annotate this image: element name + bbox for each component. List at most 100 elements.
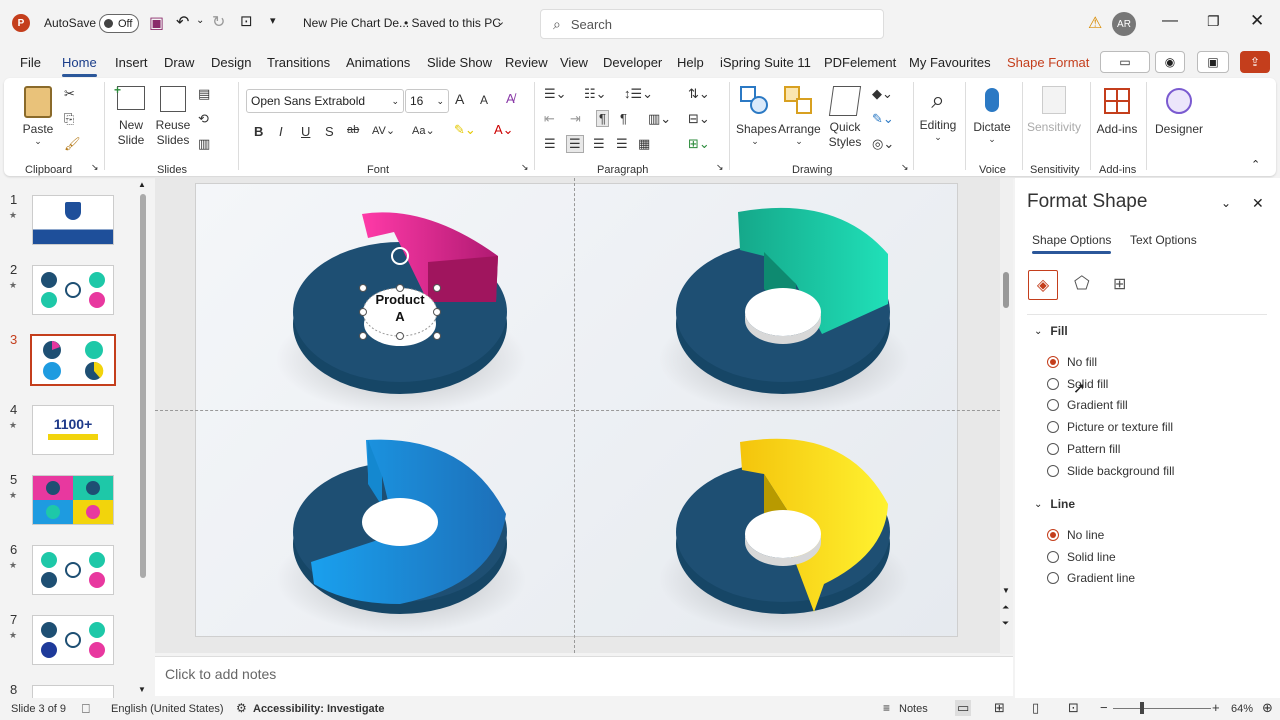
text-direction-vertical-icon[interactable]: ⇅⌄: [688, 86, 710, 102]
decrease-font-icon[interactable]: A: [480, 93, 488, 107]
fill-section-header[interactable]: ⌄ Fill: [1034, 324, 1068, 338]
tab-file[interactable]: File: [20, 55, 41, 70]
tab-my-favourites[interactable]: My Favourites: [909, 55, 991, 70]
font-size-combo[interactable]: 16 ⌄: [405, 89, 449, 113]
search-box[interactable]: ⌕ Search: [540, 9, 884, 39]
record-icon[interactable]: ◉: [1155, 51, 1185, 73]
undo-dropdown-icon[interactable]: ⌄: [196, 15, 204, 26]
effects-pentagon-icon[interactable]: ⬠: [1074, 273, 1090, 294]
tab-pdfelement[interactable]: PDFelement: [824, 55, 896, 70]
radio-gradient-line[interactable]: Gradient line: [1047, 571, 1135, 585]
clear-format-icon[interactable]: A̸: [506, 91, 515, 106]
donut-teal[interactable]: [659, 207, 909, 414]
slide-thumbnail-3[interactable]: [30, 334, 116, 386]
fit-slide-icon[interactable]: ⊕: [1262, 700, 1273, 716]
horizontal-guide[interactable]: [155, 410, 1000, 411]
shapes-button[interactable]: Shapes ⌄: [736, 86, 777, 147]
bold-icon[interactable]: B: [254, 124, 263, 139]
radio-gradient-fill[interactable]: Gradient fill: [1047, 398, 1128, 412]
align-right-icon[interactable]: ☰: [593, 136, 605, 152]
thumbnail-scroll-thumb[interactable]: [140, 194, 146, 578]
canvas-scroll-thumb[interactable]: [1003, 272, 1009, 308]
designer-button[interactable]: Designer: [1152, 86, 1206, 136]
radio-slide-background-fill[interactable]: Slide background fill: [1047, 464, 1174, 478]
vertical-guide[interactable]: [574, 178, 575, 653]
align-left-icon[interactable]: ☰: [544, 136, 556, 152]
notes-button[interactable]: Notes: [899, 703, 928, 715]
line-section-header[interactable]: ⌄ Line: [1034, 497, 1075, 511]
resize-handle[interactable]: [433, 308, 441, 316]
slide-thumbnail-7[interactable]: [32, 615, 114, 665]
zoom-level[interactable]: 64%: [1231, 703, 1253, 715]
copy-icon[interactable]: ⎘: [64, 111, 74, 127]
collapse-ribbon-icon[interactable]: ⌃: [1251, 158, 1260, 171]
decrease-indent-icon[interactable]: ⇤: [544, 111, 555, 127]
resize-handle[interactable]: [433, 284, 441, 292]
tab-slide-show[interactable]: Slide Show: [427, 55, 492, 70]
underline-icon[interactable]: U: [301, 124, 310, 139]
radio-solid-line[interactable]: Solid line: [1047, 550, 1116, 564]
slide-thumbnail-4[interactable]: 1100+: [32, 405, 114, 455]
align-center-icon[interactable]: ☰: [566, 135, 584, 153]
present-icon[interactable]: ⊡: [240, 12, 253, 30]
dictate-button[interactable]: Dictate ⌄: [970, 86, 1014, 145]
reuse-slides-button[interactable]: Reuse Slides: [156, 86, 190, 148]
pane-close-icon[interactable]: ✕: [1252, 195, 1264, 212]
tab-shape-options[interactable]: Shape Options: [1032, 233, 1111, 254]
slide-thumbnail-8[interactable]: [32, 685, 114, 698]
reset-icon[interactable]: ⟲: [198, 111, 209, 127]
comments-icon[interactable]: ▭: [1100, 51, 1150, 73]
tab-ispring[interactable]: iSpring Suite 11: [720, 55, 811, 70]
save-icon[interactable]: ▣: [149, 13, 164, 33]
shape-fill-icon[interactable]: ◆⌄: [872, 86, 893, 102]
cut-icon[interactable]: ✂: [64, 86, 75, 102]
accessibility-status[interactable]: Accessibility: Investigate: [253, 703, 384, 715]
numbering-icon[interactable]: ☷⌄: [584, 86, 607, 102]
tab-help[interactable]: Help: [677, 55, 704, 70]
title-chevron-down-icon[interactable]: ⌄: [496, 15, 505, 28]
bullets-icon[interactable]: ☰⌄: [544, 86, 567, 102]
character-spacing-icon[interactable]: AV⌄: [372, 124, 395, 137]
editing-button[interactable]: ⌕ Editing ⌄: [918, 86, 958, 143]
scroll-up-icon[interactable]: ▲: [138, 180, 146, 189]
font-launcher-icon[interactable]: ↘: [521, 162, 529, 173]
language[interactable]: English (United States): [111, 703, 224, 715]
scroll-down-icon[interactable]: ▼: [1002, 586, 1010, 595]
tab-shape-format[interactable]: Shape Format: [1007, 55, 1089, 70]
canvas-scrollbar[interactable]: ▼ ⏶ ⏷: [1000, 178, 1013, 654]
add-ins-button[interactable]: Add-ins: [1094, 86, 1140, 136]
tab-view[interactable]: View: [560, 55, 588, 70]
next-slide-icon[interactable]: ⏷: [1002, 618, 1009, 629]
arrange-button[interactable]: Arrange ⌄: [778, 86, 821, 147]
font-name-combo[interactable]: Open Sans Extrabold ⌄: [246, 89, 404, 113]
thumbnail-scrollbar[interactable]: ▲ ▼: [138, 180, 147, 695]
italic-icon[interactable]: I: [279, 124, 283, 139]
tab-text-options[interactable]: Text Options: [1130, 233, 1197, 247]
donut-yellow[interactable]: [659, 438, 909, 634]
autosave-toggle[interactable]: Off: [99, 14, 139, 33]
slide-thumbnail-5[interactable]: [32, 475, 114, 525]
rtl-icon[interactable]: ¶: [620, 111, 627, 126]
minimize-icon[interactable]: —: [1162, 12, 1178, 30]
reading-view-icon[interactable]: ▯: [1032, 700, 1039, 716]
tab-developer[interactable]: Developer: [603, 55, 662, 70]
present-teams-icon[interactable]: ▣: [1197, 51, 1229, 73]
increase-font-icon[interactable]: A: [455, 91, 464, 107]
sensitivity-button[interactable]: Sensitivity: [1026, 86, 1082, 134]
slide-thumbnail-2[interactable]: [32, 265, 114, 315]
warning-icon[interactable]: ⚠: [1088, 13, 1102, 33]
section-icon[interactable]: ▥: [198, 136, 210, 152]
radio-no-fill[interactable]: No fill: [1047, 355, 1097, 369]
document-status[interactable]: • Saved to this PC: [404, 16, 501, 30]
resize-handle[interactable]: [396, 284, 404, 292]
increase-indent-icon[interactable]: ⇥: [570, 111, 581, 127]
shadow-text-icon[interactable]: S: [325, 124, 334, 139]
radio-no-line[interactable]: No line: [1047, 528, 1104, 542]
zoom-slider[interactable]: [1113, 708, 1211, 709]
drawing-launcher-icon[interactable]: ↘: [901, 162, 909, 173]
notes-area[interactable]: Click to add notes: [155, 656, 1013, 696]
slide-sorter-icon[interactable]: ⊞: [994, 700, 1005, 716]
paragraph-launcher-icon[interactable]: ↘: [716, 162, 724, 173]
tab-design[interactable]: Design: [211, 55, 251, 70]
slideshow-icon[interactable]: ⊡: [1068, 700, 1079, 716]
